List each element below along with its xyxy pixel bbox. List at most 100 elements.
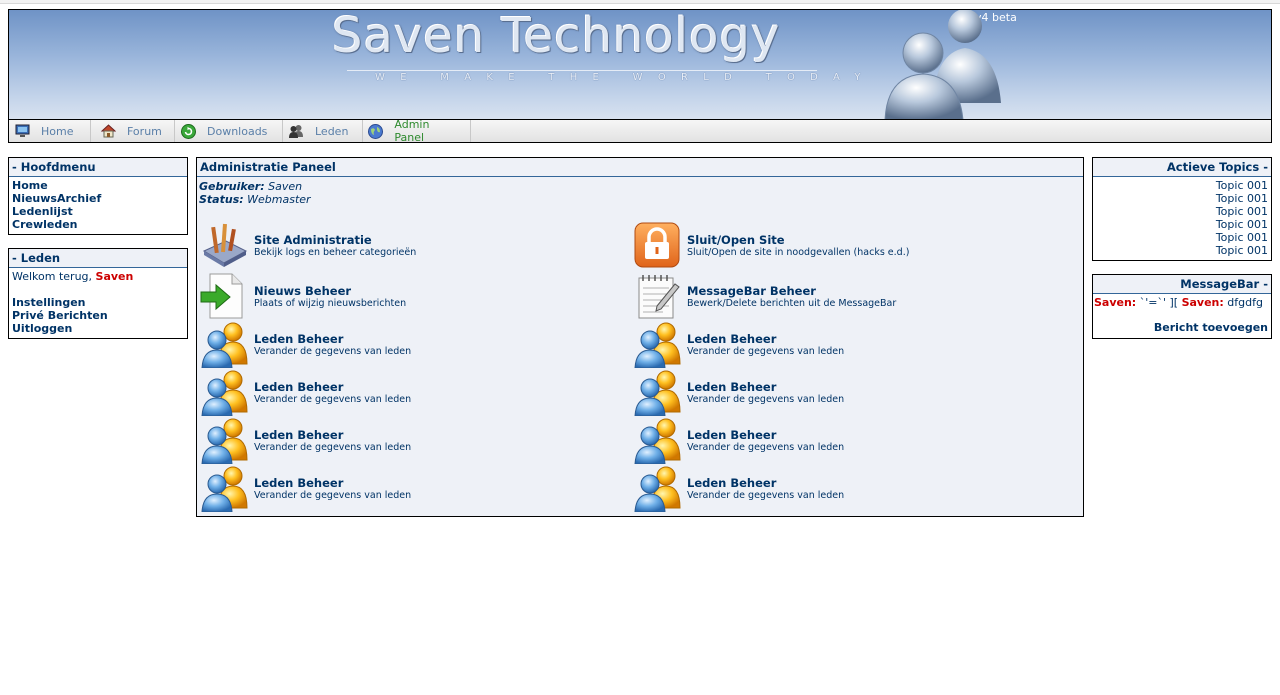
users-icon — [288, 123, 304, 139]
admin-item-title: Sluit/Open Site — [687, 233, 785, 247]
link-uitloggen[interactable]: Uitloggen — [12, 322, 184, 335]
menu-link-ledenlijst[interactable]: Ledenlijst — [12, 205, 184, 218]
hoofdmenu-box: - Hoofdmenu Home NieuwsArchief Ledenlijs… — [8, 157, 188, 235]
users-icon — [633, 464, 681, 512]
users-logo-icon — [884, 10, 1001, 119]
messagebar-title: MessageBar - — [1093, 275, 1271, 294]
admin-item-title: Nieuws Beheer — [254, 284, 352, 298]
nav-home[interactable]: Home — [9, 120, 91, 142]
admin-item-leden-beheer[interactable]: Leden Beheer Verander de gegevens van led… — [200, 416, 411, 464]
status-value: Webmaster — [247, 193, 311, 206]
welcome-text: Welkom terug, — [12, 270, 93, 283]
nav-leden[interactable]: Leden — [283, 120, 363, 142]
welcome-username[interactable]: Saven — [96, 270, 134, 283]
lock-icon — [634, 222, 680, 268]
menu-link-home[interactable]: Home — [12, 179, 184, 192]
topic-link[interactable]: Topic 001 — [1096, 218, 1268, 231]
admin-item-desc: Verander de gegevens van leden — [254, 442, 412, 453]
refresh-icon — [180, 123, 196, 139]
admin-item-desc: Verander de gegevens van leden — [687, 346, 845, 357]
link-instellingen[interactable]: Instellingen — [12, 296, 184, 309]
monitor-icon — [14, 123, 30, 139]
admin-item-leden-beheer[interactable]: Leden Beheer Verander de gegevens van led… — [200, 368, 411, 416]
admin-item-title: Leden Beheer — [254, 428, 344, 442]
admin-item-site-administratie[interactable]: Site Administratie Bekijk logs en beheer… — [200, 221, 416, 269]
site-header: Saven Technology WE MAKE THE WORLD TODAY… — [8, 9, 1272, 120]
nav-label: Leden — [315, 124, 349, 138]
users-icon — [200, 368, 248, 416]
admin-item-title: MessageBar Beheer — [687, 284, 816, 298]
main-navigation: Home Forum Downloads Leden Admin Panel — [8, 118, 1272, 144]
site-tagline: WE MAKE THE WORLD TODAY — [375, 72, 876, 83]
admin-item-title: Leden Beheer — [687, 476, 777, 490]
menu-link-crewleden[interactable]: Crewleden — [12, 218, 184, 231]
admin-item-leden-beheer[interactable]: Leden Beheer Verander de gegevens van led… — [200, 464, 411, 512]
admin-item-title: Leden Beheer — [687, 428, 777, 442]
message-user[interactable]: Saven: — [1094, 296, 1136, 309]
admin-item-title: Site Administratie — [254, 233, 372, 247]
users-icon — [200, 320, 248, 368]
admin-item-desc: Verander de gegevens van leden — [687, 394, 845, 405]
admin-item-messagebar-beheer[interactable]: MessageBar Beheer Bewerk/Delete berichte… — [633, 272, 896, 320]
message-text: dfgdfg — [1227, 296, 1263, 309]
admin-item-title: Leden Beheer — [687, 380, 777, 394]
admin-item-leden-beheer[interactable]: Leden Beheer Verander de gegevens van led… — [633, 416, 844, 464]
topic-link[interactable]: Topic 001 — [1096, 205, 1268, 218]
users-icon — [200, 464, 248, 512]
globe-icon — [368, 123, 384, 139]
user-label: Gebruiker: — [199, 180, 265, 193]
notepad-icon — [638, 275, 680, 319]
admin-item-title: Leden Beheer — [254, 380, 344, 394]
nav-label: Forum — [127, 124, 162, 138]
admin-item-desc: Verander de gegevens van leden — [254, 346, 412, 357]
nav-label: Home — [41, 124, 74, 138]
admin-item-desc: Bekijk logs en beheer categorieën — [254, 247, 417, 258]
topic-link[interactable]: Topic 001 — [1096, 179, 1268, 192]
user-value: Saven — [268, 180, 303, 193]
admin-item-desc: Plaats of wijzig nieuwsberichten — [254, 298, 407, 309]
nav-downloads[interactable]: Downloads — [175, 120, 283, 142]
admin-item-leden-beheer[interactable]: Leden Beheer Verander de gegevens van led… — [633, 320, 844, 368]
admin-item-desc: Bewerk/Delete berichten uit de MessageBa… — [687, 298, 897, 309]
house-icon — [100, 123, 116, 139]
admin-panel: Administratie Paneel Gebruiker: Saven St… — [196, 157, 1084, 517]
admin-item-sluit-open-site[interactable]: Sluit/Open Site Sluit/Open de site in no… — [633, 221, 909, 269]
message-text: `'=`' ][ — [1139, 296, 1179, 309]
nav-forum[interactable]: Forum — [91, 120, 175, 142]
add-message-link[interactable]: Bericht toevoegen — [1094, 321, 1270, 334]
messagebar-box: MessageBar - Saven: `'=`' ][ Saven: dfgd… — [1092, 274, 1272, 339]
settings-tools-icon — [202, 223, 248, 267]
admin-item-title: Leden Beheer — [254, 332, 344, 346]
admin-item-leden-beheer[interactable]: Leden Beheer Verander de gegevens van led… — [633, 464, 844, 512]
browser-top-edge — [0, 0, 1280, 4]
admin-item-desc: Verander de gegevens van leden — [687, 490, 845, 501]
menu-link-nieuwsarchief[interactable]: NieuwsArchief — [12, 192, 184, 205]
panel-title: Administratie Paneel — [197, 158, 1083, 177]
document-arrow-icon — [200, 273, 243, 319]
actieve-topics-box: Actieve Topics - Topic 001 Topic 001 Top… — [1092, 157, 1272, 261]
admin-item-title: Leden Beheer — [254, 476, 344, 490]
admin-item-title: Leden Beheer — [687, 332, 777, 346]
leden-box: - Leden Welkom terug, Saven Instellingen… — [8, 248, 188, 339]
message-user[interactable]: Saven: — [1182, 296, 1224, 309]
user-info: Gebruiker: Saven Status: Webmaster — [199, 180, 311, 206]
logo-underline — [347, 70, 817, 71]
admin-item-nieuws-beheer[interactable]: Nieuws Beheer Plaats of wijzig nieuwsber… — [200, 272, 406, 320]
site-title: Saven Technology — [332, 9, 781, 64]
topic-link[interactable]: Topic 001 — [1096, 244, 1268, 257]
welcome-line: Welkom terug, Saven — [12, 270, 184, 283]
admin-item-leden-beheer[interactable]: Leden Beheer Verander de gegevens van led… — [200, 320, 411, 368]
users-icon — [633, 416, 681, 464]
admin-item-desc: Sluit/Open de site in noodgevallen (hack… — [687, 247, 910, 258]
link-prive-berichten[interactable]: Privé Berichten — [12, 309, 184, 322]
leden-title: - Leden — [9, 249, 187, 268]
topic-link[interactable]: Topic 001 — [1096, 192, 1268, 205]
messagebar-ticker: Saven: `'=`' ][ Saven: dfgdfg — [1094, 296, 1270, 309]
hoofdmenu-title: - Hoofdmenu — [9, 158, 187, 177]
admin-item-desc: Verander de gegevens van leden — [254, 394, 412, 405]
nav-admin-panel[interactable]: Admin Panel — [363, 118, 471, 144]
users-icon — [633, 320, 681, 368]
topic-link[interactable]: Topic 001 — [1096, 231, 1268, 244]
users-icon — [200, 416, 248, 464]
admin-item-leden-beheer[interactable]: Leden Beheer Verander de gegevens van led… — [633, 368, 844, 416]
